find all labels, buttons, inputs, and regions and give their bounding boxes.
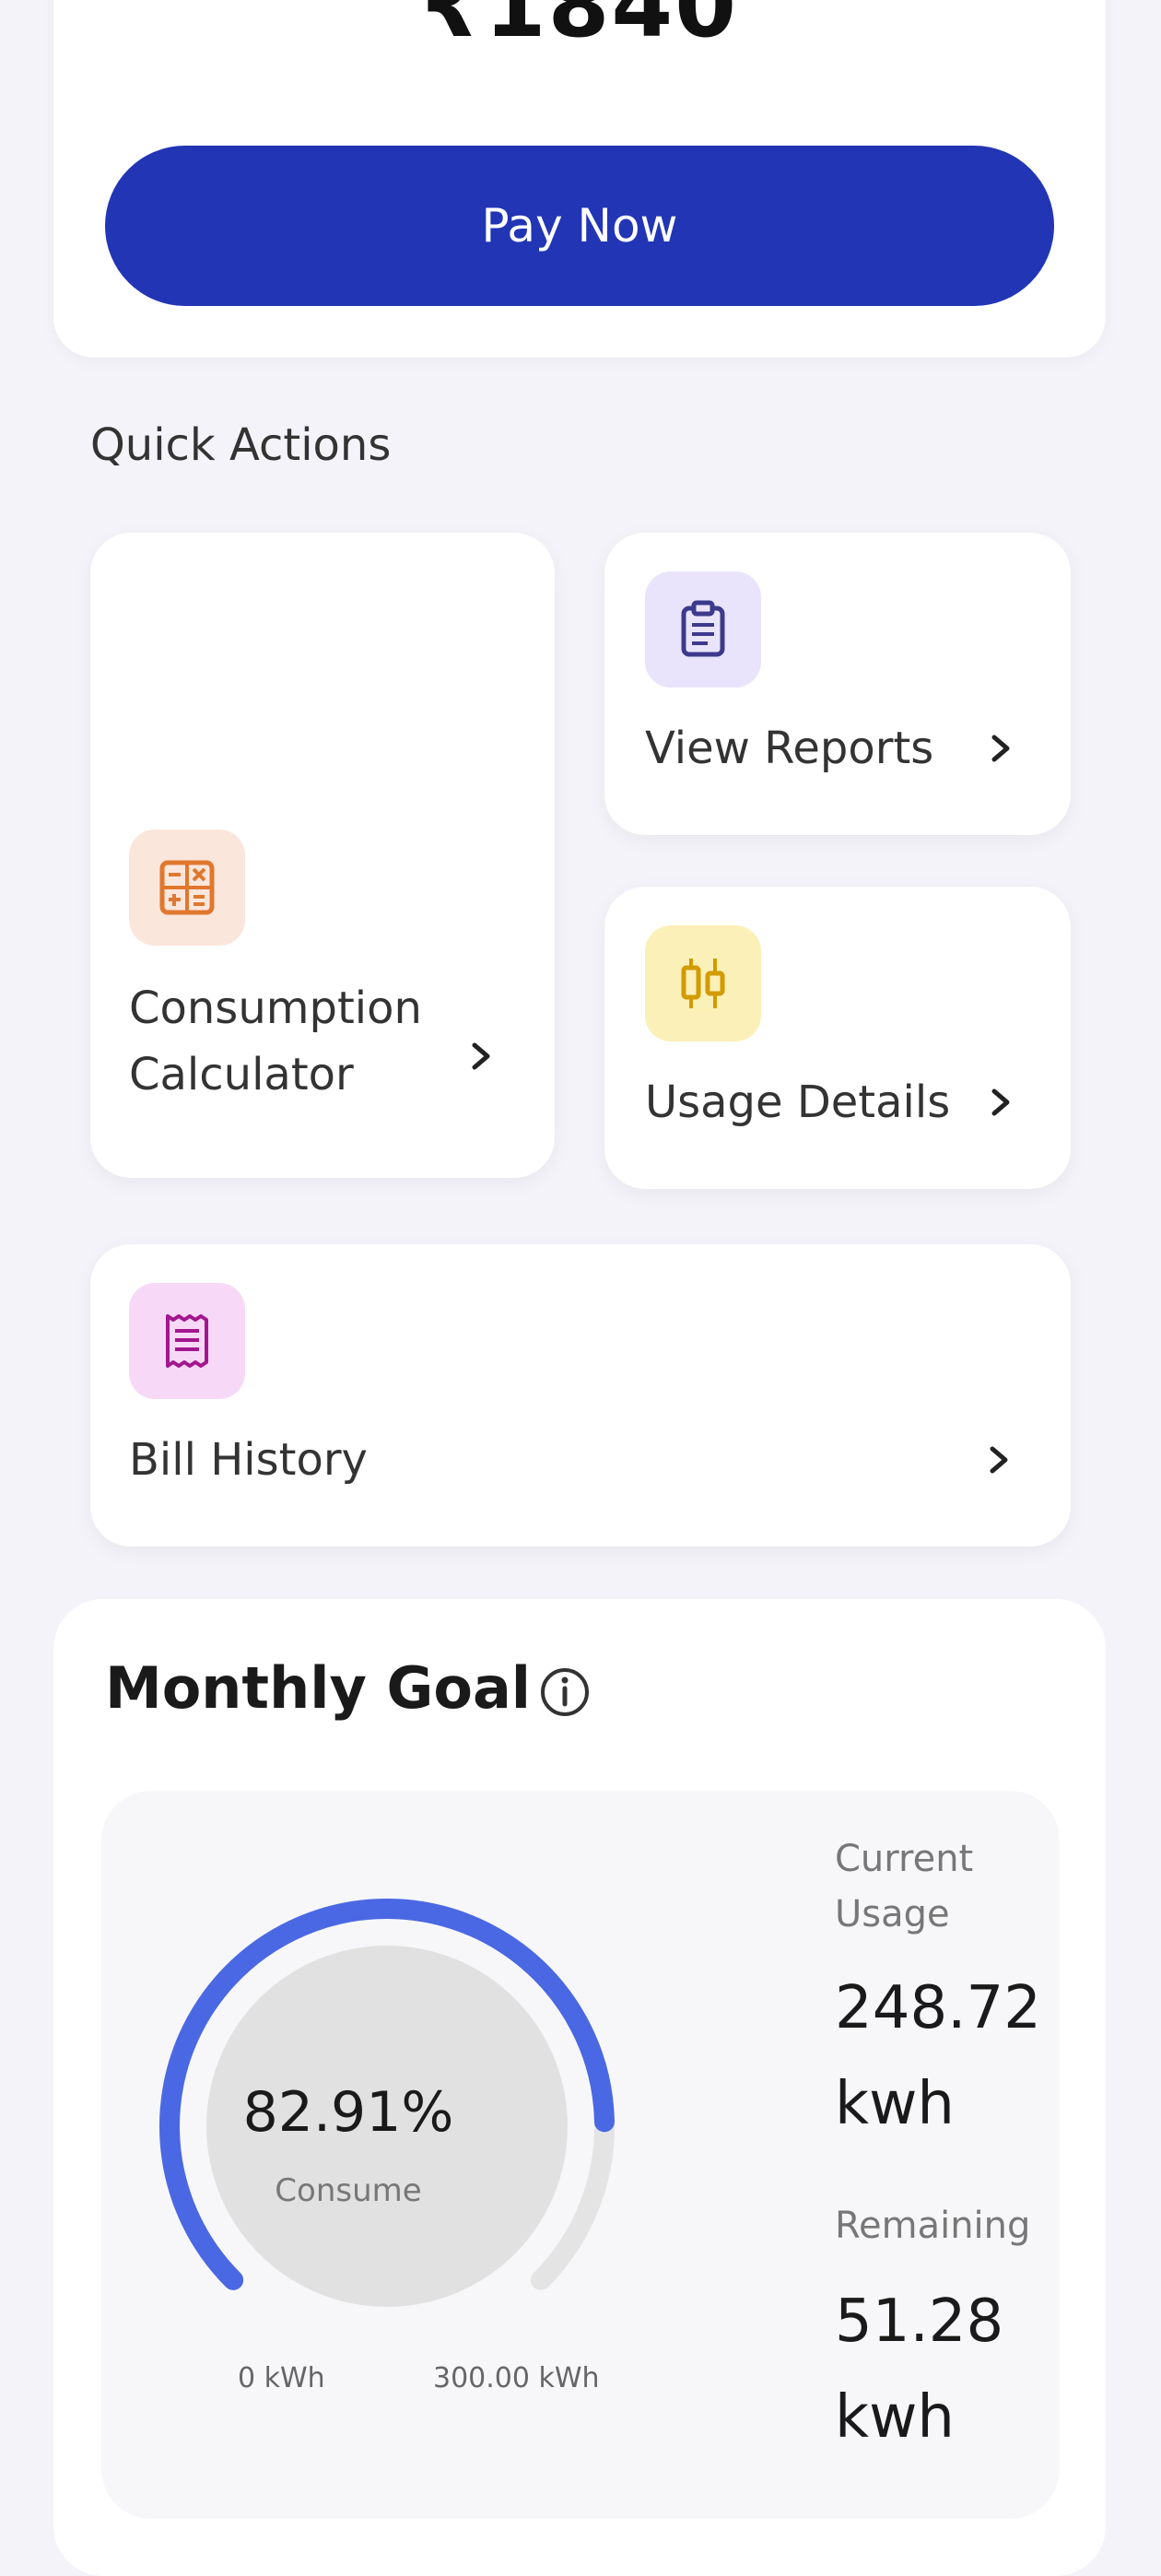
current-usage-value: 248.72 [835,1974,1041,2042]
usage-details-card[interactable]: Usage Details [604,887,1071,1189]
consumption-calculator-label-line1: Consumption [129,982,422,1034]
chevron-right-icon [980,1441,1017,1478]
quick-actions-title: Quick Actions [90,419,392,471]
bill-history-card[interactable]: Bill History [90,1244,1071,1547]
monthly-goal-title: Monthly Goal [105,1654,532,1722]
view-reports-label: View Reports [645,723,934,774]
receipt-icon [129,1283,245,1399]
chevron-right-icon [982,1084,1019,1121]
bill-card: ₹1840 Pay Now [53,0,1106,358]
gauge-min-label: 0 kWh [238,2362,325,2394]
remaining-unit: kwh [835,2383,955,2452]
gauge-max-label: 300.00 kWh [433,2362,600,2394]
remaining-value: 51.28 [835,2288,1004,2356]
chevron-right-icon [463,1038,499,1075]
consumption-calculator-label-line2: Calculator [129,1049,354,1100]
clipboard-icon [645,571,761,688]
remaining-label: Remaining [835,2205,1031,2247]
calculator-icon [129,829,245,946]
current-usage-unit: kwh [835,2070,955,2138]
monthly-goal-card: Monthly Goal 82.91% Consume 0 kWh 300.00… [53,1599,1106,2576]
bill-amount: ₹1840 [421,0,738,57]
bill-history-label: Bill History [129,1434,368,1486]
consumption-calculator-card[interactable]: Consumption Calculator [90,533,555,1178]
chevron-right-icon [982,730,1019,767]
info-icon[interactable] [538,1665,592,1719]
current-usage-label-line2: Usage [835,1893,950,1935]
current-usage-label-line1: Current [835,1838,974,1880]
usage-details-label: Usage Details [645,1076,951,1128]
gauge-caption: Consume [275,2172,422,2209]
view-reports-card[interactable]: View Reports [604,533,1071,835]
gauge-percent: 82.91% [242,2080,454,2145]
pay-now-button[interactable]: Pay Now [105,146,1054,306]
candlestick-icon [645,925,761,1041]
